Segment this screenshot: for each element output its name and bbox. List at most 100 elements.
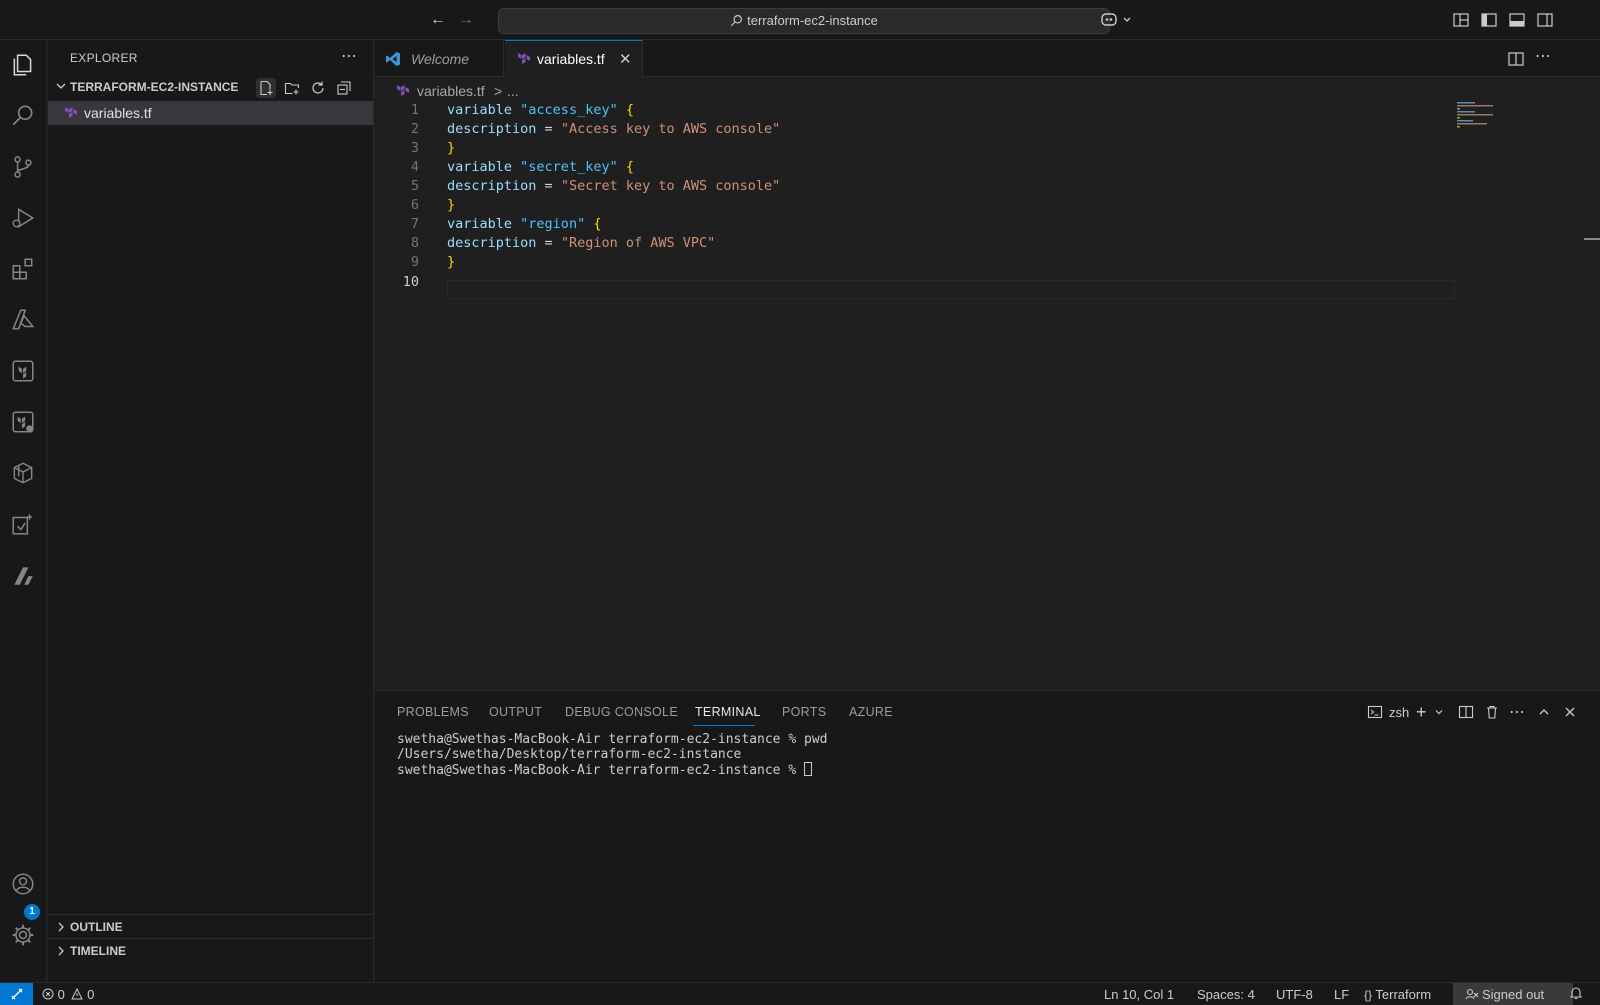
tab-output[interactable]: OUTPUT <box>489 705 542 719</box>
command-center-search[interactable]: terraform-ec2-instance <box>498 8 1110 34</box>
new-folder-icon[interactable] <box>282 78 302 98</box>
folder-header[interactable]: TERRAFORM-EC2-INSTANCE <box>48 76 373 98</box>
tab-label: Welcome <box>411 51 470 67</box>
editor-more-actions-icon[interactable]: ⋯ <box>1535 49 1553 68</box>
code-editor[interactable]: 1 variable "access_key" { 2 description … <box>375 102 1600 688</box>
terminal-line: /Users/swetha/Desktop/terraform-ec2-inst… <box>397 747 742 762</box>
editor-tabs: Welcome variables.tf ✕ ⋯ <box>375 40 1600 78</box>
close-icon[interactable]: ✕ <box>619 50 632 68</box>
chevron-down-icon[interactable] <box>1434 703 1444 721</box>
terraform-file-icon <box>518 53 530 64</box>
source-control-icon[interactable] <box>7 151 39 183</box>
folder-name: TERRAFORM-EC2-INSTANCE <box>70 80 239 94</box>
tab-problems[interactable]: PROBLEMS <box>397 705 469 719</box>
accounts-badge: 1 <box>24 904 40 920</box>
breadcrumb-symbols[interactable]: ... <box>507 83 519 99</box>
explorer-icon[interactable] <box>7 49 39 81</box>
panel-more-actions-icon[interactable]: ⋯ <box>1509 703 1525 721</box>
line-number: 3 <box>410 140 419 156</box>
line-number: 8 <box>410 235 419 251</box>
terraform-file-icon <box>397 85 409 96</box>
code-line: description = "Access key to AWS console… <box>447 121 781 137</box>
tab-welcome[interactable]: Welcome <box>375 40 504 77</box>
more-actions-icon[interactable]: ⋯ <box>341 46 357 66</box>
encoding[interactable]: UTF-8 <box>1276 987 1313 1002</box>
terraform-icon[interactable] <box>7 355 39 387</box>
testing-icon[interactable] <box>7 508 39 540</box>
customize-layout-icon[interactable] <box>1452 11 1470 29</box>
tab-variables-tf[interactable]: variables.tf ✕ <box>505 40 643 78</box>
code-line: } <box>447 197 456 213</box>
new-file-icon[interactable] <box>256 78 276 98</box>
terraform-cloud-icon[interactable] <box>7 406 39 438</box>
terminal-icon <box>1367 705 1383 719</box>
split-terminal-icon[interactable] <box>1458 703 1474 721</box>
search-icon[interactable] <box>7 100 39 132</box>
warning-icon <box>71 987 84 1000</box>
close-panel-icon[interactable] <box>1563 703 1577 721</box>
tab-azure[interactable]: AZURE <box>849 705 893 719</box>
command-center-text: terraform-ec2-instance <box>747 13 878 28</box>
line-number: 2 <box>410 121 419 137</box>
error-count: 0 <box>57 987 65 1002</box>
terminal-prompt[interactable]: swetha@Swethas-MacBook-Air terraform-ec2… <box>397 762 812 778</box>
code-line: variable "access_key" { <box>447 102 634 118</box>
forward-arrow-icon[interactable]: → <box>456 10 476 30</box>
remote-indicator-icon[interactable] <box>0 983 33 1005</box>
braces-icon: {} <box>1364 988 1373 1002</box>
file-name: variables.tf <box>84 105 152 121</box>
collapse-all-icon[interactable] <box>334 78 354 98</box>
containers-icon[interactable] <box>7 457 39 489</box>
tab-terminal[interactable]: TERMINAL <box>695 705 761 719</box>
line-number: 6 <box>410 197 419 213</box>
account-status[interactable]: Signed out <box>1453 983 1573 1005</box>
end-of-line[interactable]: LF <box>1334 987 1349 1002</box>
tab-ports[interactable]: PORTS <box>782 705 826 719</box>
new-terminal-icon[interactable]: + <box>1416 702 1427 722</box>
toggle-primary-sidebar-icon[interactable] <box>1480 11 1498 29</box>
code-line: } <box>447 140 456 156</box>
maximize-panel-icon[interactable] <box>1537 703 1551 721</box>
line-number: 9 <box>410 254 419 270</box>
line-number: 10 <box>402 274 419 290</box>
split-editor-icon[interactable] <box>1507 50 1525 68</box>
toggle-panel-icon[interactable] <box>1508 11 1526 29</box>
shell-name: zsh <box>1389 704 1410 720</box>
trash-icon[interactable] <box>1484 703 1500 721</box>
line-number: 7 <box>410 216 419 232</box>
bell-icon[interactable] <box>1569 986 1583 1003</box>
line-number: 5 <box>410 178 419 194</box>
code-line: variable "secret_key" { <box>447 159 634 175</box>
problems-status[interactable]: 0 0 <box>42 987 94 1002</box>
language-mode[interactable]: {} Terraform <box>1364 987 1431 1002</box>
back-arrow-icon[interactable]: ← <box>428 10 448 30</box>
aws-icon[interactable] <box>7 559 39 591</box>
current-line-highlight <box>447 280 1455 299</box>
breadcrumb-file[interactable]: variables.tf <box>417 83 485 99</box>
gear-icon[interactable] <box>7 919 39 951</box>
outline-section[interactable]: OUTLINE <box>48 914 373 938</box>
code-line: description = "Region of AWS VPC" <box>447 235 716 251</box>
outline-label: OUTLINE <box>70 920 123 934</box>
refresh-icon[interactable] <box>308 78 328 98</box>
explorer-title: EXPLORER <box>70 51 138 65</box>
copilot-icon[interactable] <box>1100 11 1136 29</box>
tab-debug-console[interactable]: DEBUG CONSOLE <box>565 705 678 719</box>
timeline-section[interactable]: TIMELINE <box>48 938 373 962</box>
accounts-icon[interactable] <box>7 868 39 900</box>
tab-label: variables.tf <box>537 51 605 67</box>
terminal-shell-selector[interactable]: zsh <box>1367 703 1409 721</box>
minimap[interactable] <box>1457 102 1517 142</box>
toggle-secondary-sidebar-icon[interactable] <box>1536 11 1554 29</box>
code-line: description = "Secret key to AWS console… <box>447 178 781 194</box>
terminal-cursor <box>804 762 812 776</box>
indentation[interactable]: Spaces: 4 <box>1197 987 1255 1002</box>
extensions-icon[interactable] <box>7 253 39 285</box>
azure-icon[interactable] <box>7 304 39 336</box>
run-debug-icon[interactable] <box>7 202 39 234</box>
file-item-variables-tf[interactable]: variables.tf <box>48 101 373 125</box>
language-label: Terraform <box>1375 987 1432 1002</box>
cursor-position[interactable]: Ln 10, Col 1 <box>1104 987 1174 1002</box>
scrollbar-cursor-marker <box>1584 238 1600 240</box>
status-bar: 0 0 Ln 10, Col 1 Spaces: 4 UTF-8 LF {} T… <box>0 982 1600 1005</box>
